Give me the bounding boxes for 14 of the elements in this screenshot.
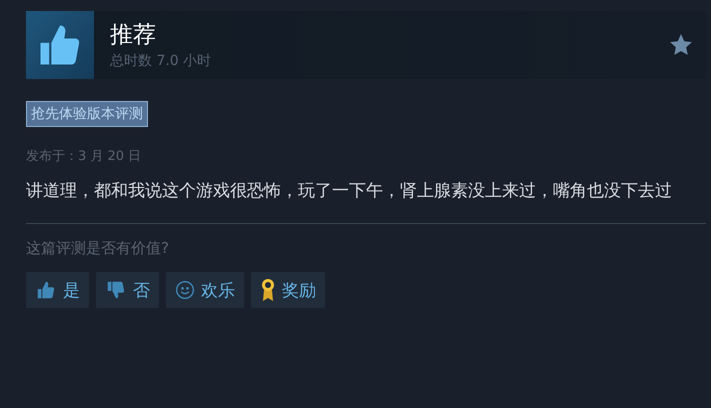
yes-button[interactable]: 是	[26, 272, 89, 308]
review-text: 讲道理，都和我说这个游戏很恐怖，玩了一下午，肾上腺素没上来过，嘴角也没下去过	[26, 180, 673, 203]
medal-icon	[260, 278, 276, 302]
playtime: 总时数 7.0 小时	[110, 52, 212, 70]
posted-date: 发布于：3 月 20 日	[26, 148, 142, 165]
helpful-question: 这篇评测是否有价值?	[26, 239, 170, 258]
no-button[interactable]: 否	[96, 272, 159, 308]
smiley-icon	[175, 280, 195, 300]
thumbs-down-icon	[105, 279, 127, 301]
funny-button[interactable]: 欢乐	[166, 272, 244, 308]
thumbs-up-icon	[35, 279, 57, 301]
early-access-tag: 抢先体验版本评测	[26, 101, 148, 127]
review-verdict: 推荐	[110, 20, 157, 48]
award-button[interactable]: 奖励	[251, 272, 325, 308]
